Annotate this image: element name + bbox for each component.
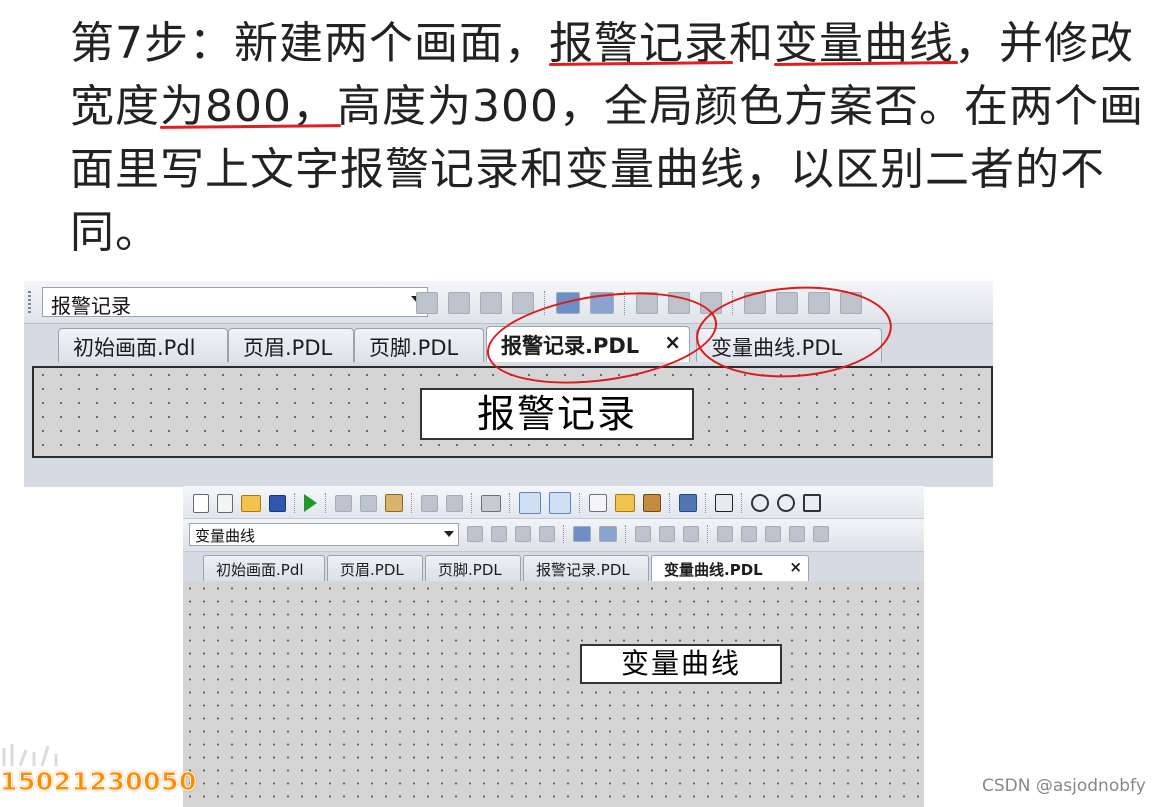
dynamic-wizard-icon[interactable]	[679, 494, 697, 512]
tab-label: 变量曲线.PDL	[664, 561, 763, 579]
object-select-combo[interactable]: 报警记录	[42, 287, 428, 318]
help-pointer-icon[interactable]	[715, 494, 733, 512]
tab-footer[interactable]: 页脚.PDL	[425, 555, 521, 581]
static-text-object[interactable]: 变量曲线	[580, 644, 782, 684]
align-left-icon[interactable]	[717, 526, 733, 542]
toolbar-separator	[563, 525, 565, 543]
zoom-out-icon[interactable]	[777, 494, 795, 512]
zoom-fit-icon[interactable]	[803, 494, 821, 512]
screen-canvas[interactable]	[183, 582, 924, 807]
static-text-object[interactable]: 报警记录	[420, 388, 694, 440]
object-select-value: 变量曲线	[195, 527, 256, 545]
layers-icon[interactable]	[589, 494, 607, 512]
tab-alarm-record[interactable]: 报警记录.PDL	[523, 555, 649, 581]
library-icon[interactable]	[615, 494, 635, 512]
toolbar-separator	[705, 493, 707, 513]
grid-icon[interactable]	[519, 492, 541, 514]
tab-label: 页脚.PDL	[369, 336, 459, 360]
align-top-icon[interactable]	[765, 526, 781, 542]
toolbar-separator	[471, 493, 473, 513]
forward-icon[interactable]	[515, 526, 531, 542]
cut-icon[interactable]	[335, 494, 352, 512]
standard-icons-group	[193, 492, 821, 514]
toolbar-separator	[625, 525, 627, 543]
canvas-border-area	[24, 458, 993, 487]
toolbar-separator	[411, 493, 413, 513]
instruction-mid: 和	[729, 18, 774, 69]
instruction-text: 第7步：新建两个画面，报警记录和变量曲线，并修改宽度为800，高度为300，全局…	[70, 12, 1160, 264]
bring-front-icon[interactable]	[467, 526, 483, 542]
document-tabs: 初始画面.Pdl 页眉.PDL 页脚.PDL 报警记录.PDL 变量曲线.PDL…	[183, 552, 924, 582]
pipette-icon[interactable]	[573, 526, 591, 542]
standard-toolbar	[183, 486, 924, 519]
toolbar-separator	[579, 493, 581, 513]
toolbar-separator	[669, 493, 671, 513]
rotate-icon[interactable]	[683, 526, 699, 542]
send-back-icon[interactable]	[491, 526, 507, 542]
toolbar-separator	[707, 525, 709, 543]
screen-canvas[interactable]: 报警记录	[32, 366, 993, 458]
instruction-highlight-width: 为800，	[160, 81, 337, 132]
watermark-phone: 15021230050	[0, 767, 197, 797]
tab-label: 初始画面.Pdl	[216, 561, 304, 579]
properties-icon[interactable]	[643, 494, 661, 512]
save-icon[interactable]	[269, 494, 286, 512]
tab-label: 页眉.PDL	[243, 336, 333, 360]
align-bottom-icon[interactable]	[789, 526, 805, 542]
align-center-icon[interactable]	[813, 526, 829, 542]
tab-label: 报警记录.PDL	[536, 561, 630, 579]
bring-front-icon[interactable]	[416, 292, 438, 314]
instruction-highlight-alarm: 报警记录	[549, 18, 729, 69]
forward-icon[interactable]	[480, 292, 502, 314]
toolbar-separator	[741, 493, 743, 513]
screenshot-variable-trend: 变量曲线 初始画面.Pdl 页眉.PDL 页脚.PDL 报警记录.PDL 变量曲…	[183, 486, 924, 807]
play-icon[interactable]	[304, 494, 317, 512]
undo-icon[interactable]	[421, 494, 438, 512]
instruction-part1: 第7步：新建两个画面，	[70, 18, 549, 69]
flip-horizontal-icon[interactable]	[635, 526, 651, 542]
tab-label: 页眉.PDL	[340, 561, 404, 579]
toolbar-separator	[325, 493, 327, 513]
backward-icon[interactable]	[539, 526, 555, 542]
new-file-icon[interactable]	[193, 493, 209, 513]
tab-variable-trend[interactable]: 变量曲线.PDL ×	[651, 555, 809, 581]
align-right-icon[interactable]	[741, 526, 757, 542]
tab-initial-screen[interactable]: 初始画面.Pdl	[58, 328, 228, 362]
send-back-icon[interactable]	[448, 292, 470, 314]
flip-vertical-icon[interactable]	[659, 526, 675, 542]
tab-label: 初始画面.Pdl	[73, 336, 196, 360]
screenshot-alarm-record: 报警记录 初始画面.Pdl 页眉.PDL 页脚.PDL 报警记录.PDL× 变	[24, 281, 993, 487]
paste-icon[interactable]	[385, 494, 403, 512]
toolbar-separator	[509, 493, 511, 513]
print-icon[interactable]	[481, 494, 501, 512]
redo-icon[interactable]	[446, 494, 463, 512]
zoom-in-icon[interactable]	[751, 494, 769, 512]
toolbar-grip[interactable]	[28, 291, 31, 313]
copy-icon[interactable]	[360, 494, 377, 512]
open-folder-icon[interactable]	[241, 494, 261, 512]
tab-footer[interactable]: 页脚.PDL	[354, 328, 484, 362]
tab-header[interactable]: 页眉.PDL	[228, 328, 354, 362]
chevron-down-icon[interactable]	[444, 531, 454, 537]
close-icon[interactable]: ×	[789, 558, 802, 576]
pipette-apply-icon[interactable]	[599, 526, 617, 542]
toolbar-separator	[294, 493, 296, 513]
watermark-csdn: CSDN @asjodnobfy	[982, 776, 1146, 796]
align-icons-group	[467, 525, 829, 543]
tab-label: 页脚.PDL	[438, 561, 502, 579]
new-doc-icon[interactable]	[217, 493, 233, 513]
backward-icon[interactable]	[512, 292, 534, 314]
tab-initial-screen[interactable]: 初始画面.Pdl	[203, 555, 325, 581]
snap-to-grid-icon[interactable]	[549, 492, 571, 514]
object-select-value: 报警记录	[51, 294, 131, 318]
watermark-logo	[2, 744, 58, 767]
instruction-highlight-trend: 变量曲线	[774, 18, 954, 69]
object-toolbar: 变量曲线	[183, 519, 924, 552]
tab-header[interactable]: 页眉.PDL	[327, 555, 423, 581]
object-select-combo[interactable]: 变量曲线	[189, 523, 459, 546]
